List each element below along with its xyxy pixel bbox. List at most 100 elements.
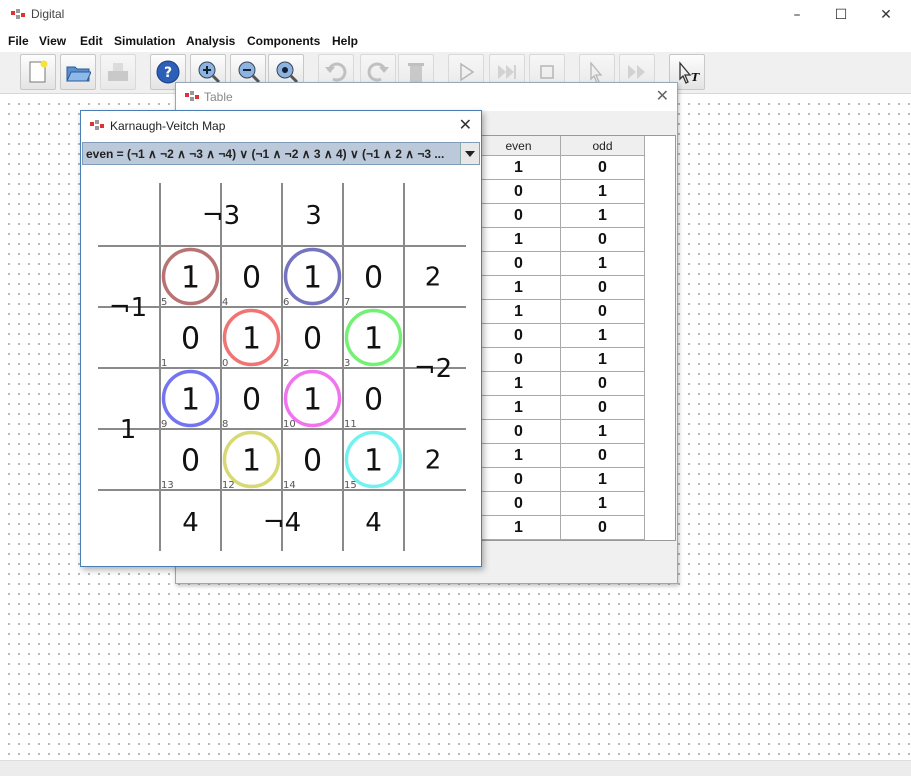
kv-cell-value: 1 — [364, 322, 383, 357]
kv-cell-value: 1 — [303, 383, 322, 418]
svg-text:T: T — [691, 71, 700, 84]
table-cell: 1 — [561, 348, 645, 372]
kv-bottom-label: 4 — [182, 508, 199, 538]
table-cell: 0 — [477, 348, 561, 372]
kv-cell-value: 1 — [303, 261, 322, 296]
table-cell: 0 — [477, 492, 561, 516]
table-cell: 0 — [561, 444, 645, 468]
kv-cell-value: 0 — [303, 444, 322, 479]
kv-cell-value: 0 — [242, 383, 261, 418]
table-cell: 0 — [477, 324, 561, 348]
kv-top-label: ¬3 — [202, 201, 240, 231]
kv-cell-value: 0 — [181, 444, 200, 479]
kv-cell-value: 0 — [364, 383, 383, 418]
table-cell: 0 — [477, 180, 561, 204]
table-cell: 1 — [561, 420, 645, 444]
kv-map-window: Karnaugh-Veitch Map ✕ even = (¬1 ∧ ¬2 ∧ … — [80, 110, 482, 567]
table-cell: 1 — [561, 324, 645, 348]
table-cell: 0 — [561, 372, 645, 396]
kv-left-label: ¬1 — [109, 293, 147, 323]
kv-top-label: 3 — [305, 201, 322, 231]
new-icon — [29, 60, 48, 83]
table-cell: 1 — [561, 468, 645, 492]
table-cell: 0 — [477, 204, 561, 228]
kv-cell-value: 1 — [242, 322, 261, 357]
menu-analysis[interactable]: Analysis — [186, 34, 235, 48]
column-header-even[interactable]: even — [477, 136, 561, 156]
table-cell: 0 — [561, 156, 645, 180]
table-cell: 1 — [477, 516, 561, 540]
kv-right-label: ¬2 — [414, 354, 452, 384]
kv-right-label: 2 — [425, 446, 442, 476]
kv-cell-index: 7 — [344, 297, 350, 308]
kv-cell-index: 13 — [161, 480, 174, 491]
table-cell: 0 — [561, 300, 645, 324]
table-cell: 1 — [477, 396, 561, 420]
kv-cell-index: 0 — [222, 358, 228, 369]
column-header-odd[interactable]: odd — [561, 136, 645, 156]
app-title: Digital — [31, 7, 65, 21]
table-cell: 0 — [477, 420, 561, 444]
table-cell: 1 — [477, 300, 561, 324]
kv-bottom-label: ¬4 — [263, 508, 301, 538]
table-cell: 0 — [477, 252, 561, 276]
kv-cell-index: 4 — [222, 297, 228, 308]
kv-left-label: 1 — [120, 415, 137, 445]
kv-cell-value: 0 — [364, 261, 383, 296]
table-cell: 1 — [477, 156, 561, 180]
table-cell: 0 — [561, 276, 645, 300]
app-logo-icon — [11, 9, 25, 19]
save-icon — [108, 63, 128, 81]
table-close-button[interactable]: ✕ — [656, 86, 669, 105]
truth-table: even odd 1 0 0 1 0 1 1 0 0 1 1 0 1 0 0 1 0 1 1 0 1 0 0 1 1 0 0 1 0 1 1 0 — [476, 135, 676, 541]
kv-cell-index: 2 — [283, 358, 289, 369]
menu-help[interactable]: Help — [332, 34, 358, 48]
kv-cell-index: 10 — [283, 419, 296, 430]
table-cell: 0 — [561, 516, 645, 540]
table-cell: 0 — [477, 468, 561, 492]
main-titlebar: Digital – ☐ ✕ — [0, 0, 911, 30]
kv-cell-value: 1 — [364, 444, 383, 479]
table-cell: 1 — [561, 204, 645, 228]
table-cell: 1 — [477, 444, 561, 468]
kv-cell-index: 12 — [222, 480, 235, 491]
menu-edit[interactable]: Edit — [80, 34, 103, 48]
kv-cell-index: 15 — [344, 480, 357, 491]
menu-bar: File View Edit Simulation Analysis Compo… — [0, 30, 911, 52]
minimize-button[interactable]: – — [782, 4, 812, 26]
kv-cell-index: 14 — [283, 480, 296, 491]
table-titlebar: Table ✕ — [176, 83, 677, 111]
svg-text:?: ? — [164, 65, 172, 81]
kv-cell-value: 1 — [181, 383, 200, 418]
open-button[interactable] — [60, 54, 96, 90]
table-window-title: Table — [204, 90, 233, 104]
table-cell: 0 — [561, 228, 645, 252]
kv-cell-value: 0 — [303, 322, 322, 357]
save-button[interactable] — [100, 54, 136, 90]
kv-cell-index: 6 — [283, 297, 289, 308]
kv-cell-value: 1 — [242, 444, 261, 479]
status-bar — [0, 760, 911, 776]
menu-view[interactable]: View — [39, 34, 66, 48]
kv-cell-value: 0 — [242, 261, 261, 296]
table-cell: 1 — [477, 228, 561, 252]
maximize-button[interactable]: ☐ — [826, 4, 856, 26]
kv-cell-index: 3 — [344, 358, 350, 369]
menu-components[interactable]: Components — [247, 34, 320, 48]
kv-cell-index: 8 — [222, 419, 228, 430]
kv-cell-value: 0 — [181, 322, 200, 357]
kv-cell-index: 11 — [344, 419, 357, 430]
close-button[interactable]: ✕ — [871, 4, 901, 26]
table-cell: 1 — [561, 492, 645, 516]
kv-cell-index: 9 — [161, 419, 167, 430]
kv-right-label: 2 — [425, 263, 442, 293]
table-cell: 0 — [561, 396, 645, 420]
kv-bottom-label: 4 — [365, 508, 382, 538]
new-button[interactable] — [20, 54, 56, 90]
table-cell: 1 — [561, 180, 645, 204]
kv-cell-value: 1 — [181, 261, 200, 296]
table-window-icon — [185, 91, 199, 101]
menu-simulation[interactable]: Simulation — [114, 34, 175, 48]
kv-cell-index: 5 — [161, 297, 167, 308]
menu-file[interactable]: File — [8, 34, 29, 48]
